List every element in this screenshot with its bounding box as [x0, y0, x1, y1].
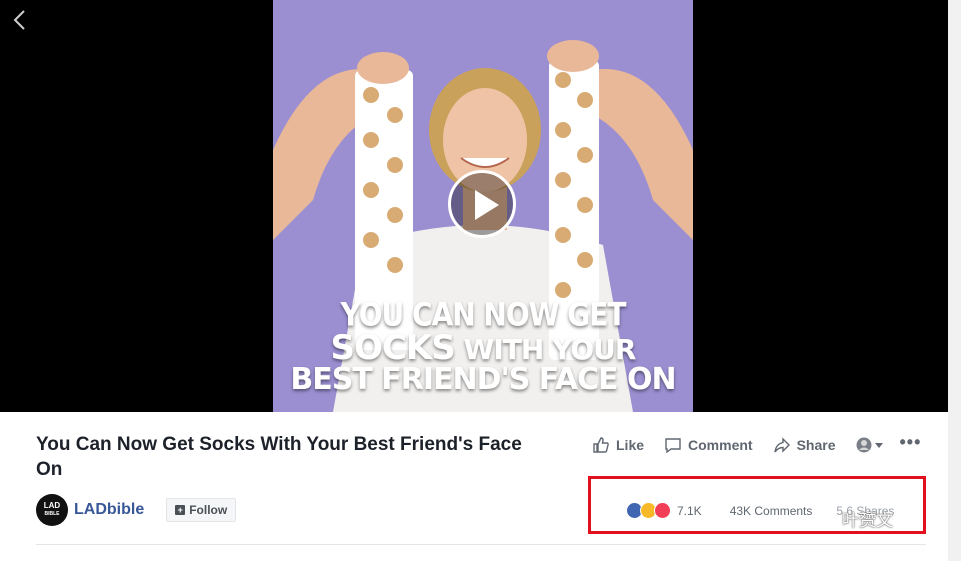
comment-icon	[665, 438, 681, 454]
more-options-button[interactable]: •••	[900, 432, 922, 453]
post-title: You Can Now Get Socks With Your Best Fri…	[36, 434, 522, 480]
overlay-best-friends: BEST FRIEND'S	[290, 362, 539, 397]
overlay-face: FACE	[538, 362, 619, 397]
post-actions: Like Comment Share •••	[592, 432, 922, 456]
scrollbar[interactable]	[948, 0, 961, 561]
plus-icon: +	[175, 505, 186, 515]
page-name-link[interactable]: LADbible	[74, 501, 144, 519]
comment-button[interactable]: Comment	[664, 436, 753, 454]
share-label: Share	[796, 437, 836, 453]
comments-count[interactable]: 43K Comments	[730, 504, 813, 518]
follow-button[interactable]: + Follow	[166, 498, 237, 522]
watermark-text: 叶赟文	[842, 511, 893, 530]
wechat-icon	[814, 510, 835, 526]
thumbs-up-icon	[593, 437, 609, 453]
profile-avatar-icon	[856, 437, 871, 453]
logo-top-text: LAD	[43, 501, 61, 510]
back-arrow-icon[interactable]	[10, 8, 30, 32]
love-reaction-icon	[654, 502, 671, 519]
ladbible-logo[interactable]: LAD BIBLE	[36, 494, 68, 526]
logo-bottom-text: BIBLE	[44, 511, 60, 517]
wechat-watermark: 叶赟文	[814, 506, 893, 531]
comment-label: Comment	[688, 437, 753, 453]
video-player[interactable]: YOU CAN NOW GET SOCKS WITH YOUR BEST FRI…	[0, 0, 948, 412]
overlay-on: ON	[617, 362, 677, 397]
reaction-icons[interactable]	[626, 502, 671, 519]
share-button[interactable]: Share	[773, 436, 836, 454]
page-info: LAD BIBLE LADbible + Follow	[36, 494, 237, 526]
like-button[interactable]: Like	[592, 436, 644, 454]
share-icon	[773, 437, 790, 453]
chevron-down-icon	[874, 443, 883, 448]
play-button[interactable]	[448, 170, 516, 238]
overlay-line-3: BEST FRIEND'S FACE ON	[273, 362, 693, 397]
like-label: Like	[616, 437, 645, 453]
divider	[36, 544, 926, 545]
follow-label: Follow	[189, 503, 228, 517]
audience-selector[interactable]	[856, 437, 884, 453]
play-icon	[475, 190, 499, 220]
reactions-count[interactable]: 7.1K	[677, 504, 702, 518]
